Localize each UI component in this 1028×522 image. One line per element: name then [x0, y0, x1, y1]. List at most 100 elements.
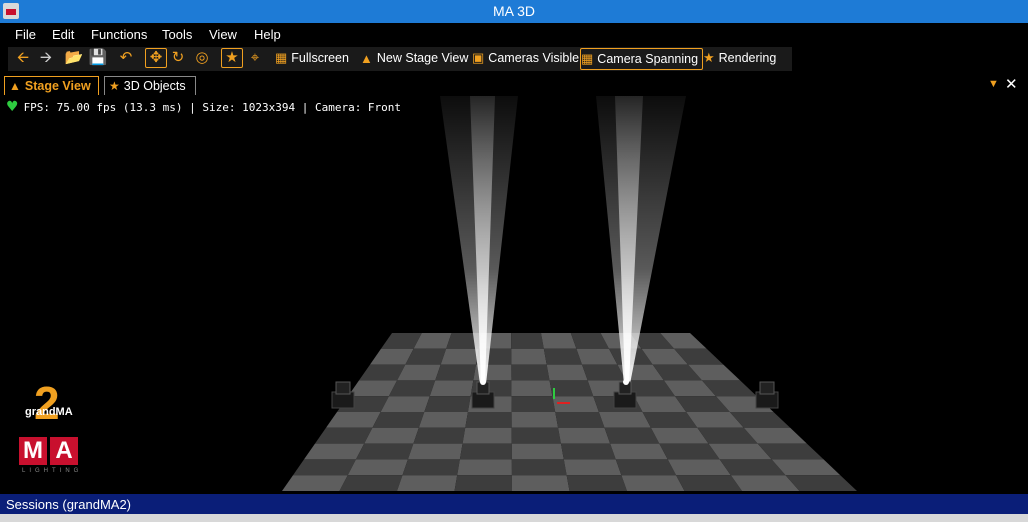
- floor-tile: [402, 459, 460, 476]
- floor-tile: [563, 459, 622, 476]
- floor-tile: [457, 459, 512, 476]
- floor-tile: [604, 427, 660, 444]
- tab-stage-view[interactable]: ▲ Stage View: [4, 76, 99, 95]
- heart-icon: ♥: [6, 99, 19, 115]
- toolbar: 🡨 🡪 📂 💾 ↶ ✥ ↻ ◎ ★ ⌖ ▦ Fullscreen ▲ New S…: [0, 45, 1028, 73]
- camera-icon: ▣: [472, 50, 485, 65]
- back-arrow-icon[interactable]: 🡨: [13, 49, 33, 67]
- floor-tile: [364, 427, 419, 444]
- floor-tile: [549, 380, 594, 397]
- floor-tile: [621, 475, 685, 491]
- floor-tile: [347, 459, 408, 476]
- chevron-down-icon[interactable]: ▼: [988, 78, 999, 90]
- floor-tile: [560, 443, 616, 460]
- floor-tile: [282, 475, 348, 491]
- floor-tile: [440, 348, 479, 365]
- menu-file[interactable]: File: [15, 27, 36, 42]
- floor-tile: [413, 427, 466, 444]
- floor-tile: [511, 443, 564, 460]
- logo-letter-a: A: [50, 437, 78, 465]
- viewport-info-text: FPS: 75.00 fps (13.3 ms) | Size: 1023x39…: [23, 100, 402, 114]
- camera-spanning-button[interactable]: ▦ Camera Spanning: [580, 48, 704, 70]
- fullscreen-icon: ▦: [275, 50, 288, 65]
- floor-tile: [543, 348, 583, 365]
- rendering-label: Rendering: [718, 51, 777, 65]
- floor-tile: [315, 427, 373, 444]
- tab-3d-objects[interactable]: ★ 3D Objects: [104, 76, 196, 95]
- open-file-icon[interactable]: 📂: [64, 49, 84, 67]
- floor-tile: [465, 412, 512, 428]
- move-icon[interactable]: ✥: [145, 48, 167, 68]
- fps-info: ♥ FPS: 75.00 fps (13.3 ms) | Size: 1023x…: [6, 99, 401, 115]
- floor-tile: [511, 333, 544, 349]
- stage-floor: [282, 333, 857, 491]
- menu-help[interactable]: Help: [254, 27, 281, 42]
- stage-icon: ▲: [9, 79, 21, 93]
- floor-tile: [615, 459, 677, 476]
- floor-tile: [326, 412, 381, 428]
- cameras-visible-label: Cameras Visible: [488, 51, 580, 65]
- save-icon[interactable]: 💾: [88, 49, 108, 67]
- floor-tile: [511, 427, 561, 444]
- floor-tile: [511, 364, 550, 381]
- floor-tile: [676, 475, 742, 491]
- logo-brand: grandMA: [25, 406, 73, 418]
- floor-tile: [511, 412, 559, 428]
- floor-tile: [418, 412, 468, 428]
- floor-tile: [566, 475, 627, 491]
- star-icon: ★: [703, 50, 715, 65]
- menu-functions[interactable]: Functions: [91, 27, 147, 42]
- select-star-icon[interactable]: ★: [221, 48, 243, 68]
- logo-number: 2: [34, 377, 60, 429]
- cameras-visible-button[interactable]: ▣ Cameras Visible: [472, 48, 579, 68]
- rendering-button[interactable]: ★ Rendering: [703, 48, 776, 68]
- floor-tile: [372, 412, 425, 428]
- floor-tile: [511, 475, 570, 491]
- menu-edit[interactable]: Edit: [52, 27, 74, 42]
- floor-tile: [348, 380, 398, 397]
- fullscreen-button[interactable]: ▦ Fullscreen: [275, 48, 349, 68]
- fullscreen-label: Fullscreen: [291, 51, 349, 65]
- floor-tile: [355, 443, 414, 460]
- star-icon: ★: [109, 79, 120, 93]
- grandma2-logo: 2 grandMA M A LIGHTING: [18, 377, 83, 476]
- logo-tagline: LIGHTING: [22, 468, 83, 474]
- floor-tile: [610, 443, 668, 460]
- sessions-bar[interactable]: Sessions (grandMA2): [0, 494, 1028, 514]
- target-icon[interactable]: ◎: [192, 49, 212, 67]
- new-stage-view-button[interactable]: ▲ New Stage View: [360, 48, 468, 68]
- menu-bar: File Edit Functions Tools View Help: [0, 23, 1028, 45]
- tab-3d-objects-label: 3D Objects: [123, 79, 186, 93]
- bottom-strip: [0, 514, 1028, 522]
- tab-bar: ▲ Stage View ★ 3D Objects: [0, 74, 1028, 97]
- floor-tile: [462, 427, 512, 444]
- floor-tile: [558, 427, 611, 444]
- floor-tile: [552, 396, 599, 412]
- floor-tile: [293, 459, 356, 476]
- camera-select-icon[interactable]: ⌖: [245, 49, 265, 67]
- floor-tile: [339, 475, 403, 491]
- floor-tile: [541, 333, 577, 349]
- camera-spanning-label: Camera Spanning: [597, 52, 699, 66]
- camera-spanning-icon: ▦: [581, 51, 594, 66]
- rotate-icon[interactable]: ↻: [168, 49, 188, 67]
- floor-tile: [304, 443, 365, 460]
- forward-arrow-icon[interactable]: 🡪: [36, 49, 56, 67]
- stage-icon: ▲: [360, 50, 373, 66]
- close-icon[interactable]: ✕: [1005, 75, 1018, 93]
- floor-tile: [407, 443, 463, 460]
- moving-head-fixture-1: [331, 381, 355, 409]
- floor-tile: [511, 380, 553, 397]
- stage-viewport[interactable]: ♥ FPS: 75.00 fps (13.3 ms) | Size: 1023x…: [0, 96, 1028, 494]
- floor-tile: [454, 475, 512, 491]
- floor-tile: [429, 380, 474, 397]
- stage-scene: [282, 96, 857, 491]
- floor-tile: [511, 396, 556, 412]
- menu-view[interactable]: View: [209, 27, 237, 42]
- undo-icon[interactable]: ↶: [116, 49, 136, 67]
- floor-tile: [435, 364, 477, 381]
- window-title: MA 3D: [492, 3, 535, 19]
- menu-tools[interactable]: Tools: [162, 27, 192, 42]
- sessions-label: Sessions (grandMA2): [6, 497, 131, 512]
- floor-tile: [459, 443, 512, 460]
